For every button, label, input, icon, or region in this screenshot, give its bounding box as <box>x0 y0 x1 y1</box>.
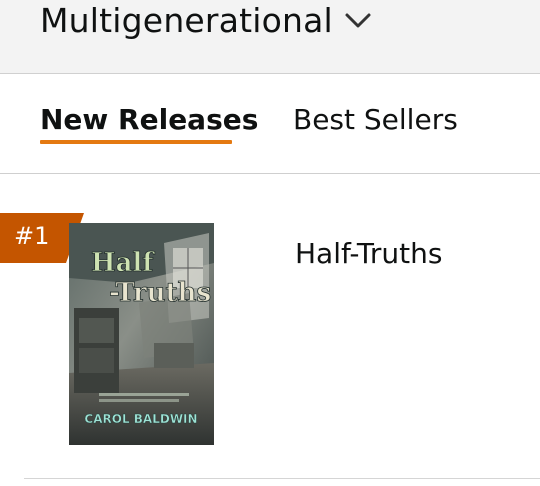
list-item[interactable]: #1 Half -Truths CAROL BALDWIN Half-Truth… <box>0 174 540 478</box>
selected-tab-indicator <box>40 140 232 144</box>
bestseller-list-page: Multigenerational New Releases Best Sell… <box>0 0 540 486</box>
tab-best-sellers[interactable]: Best Sellers <box>293 100 458 140</box>
svg-text:Half: Half <box>91 248 155 278</box>
list-tabs: New Releases Best Sellers <box>0 74 540 174</box>
category-title[interactable]: Multigenerational <box>40 0 333 42</box>
svg-text:CAROL BALDWIN: CAROL BALDWIN <box>84 412 197 426</box>
rank-number: #1 <box>14 222 50 250</box>
chevron-down-icon[interactable] <box>344 10 372 30</box>
category-header[interactable]: Multigenerational <box>0 0 540 74</box>
svg-text:-Truths: -Truths <box>109 278 211 308</box>
book-title-link[interactable]: Half-Truths <box>295 234 442 274</box>
tab-new-releases[interactable]: New Releases <box>40 100 258 140</box>
book-cover-image[interactable]: Half -Truths CAROL BALDWIN <box>69 223 214 445</box>
divider <box>24 478 540 479</box>
